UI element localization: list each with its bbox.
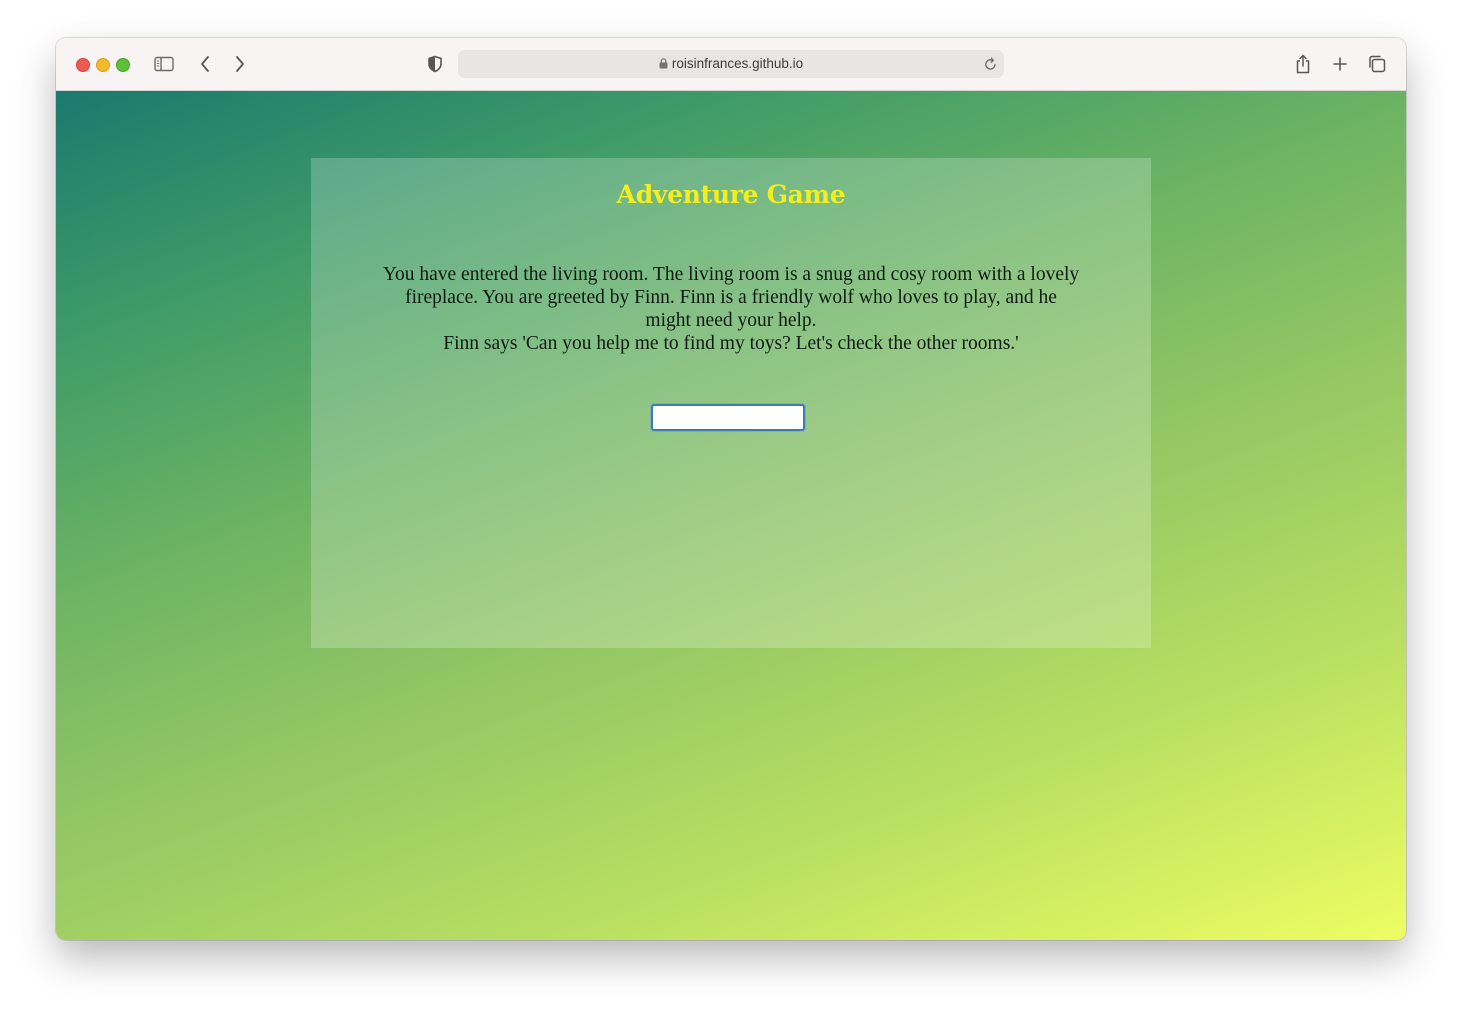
- maximize-window-button[interactable]: [116, 58, 130, 72]
- command-input[interactable]: [651, 404, 805, 431]
- page-viewport: Adventure Game You have entered the livi…: [56, 91, 1406, 940]
- story-paragraph: You have entered the living room. The li…: [382, 264, 1080, 331]
- minimize-window-button[interactable]: [96, 58, 110, 72]
- game-title: Adventure Game: [616, 180, 846, 209]
- close-window-button[interactable]: [76, 58, 90, 72]
- tab-overview-icon[interactable]: [1365, 52, 1389, 76]
- sidebar-icon[interactable]: [152, 52, 176, 76]
- lock-icon: [659, 58, 668, 69]
- address-bar[interactable]: roisinfrances.github.io: [458, 50, 1004, 78]
- reload-icon[interactable]: [981, 55, 999, 73]
- share-icon[interactable]: [1291, 52, 1315, 76]
- game-panel: Adventure Game You have entered the livi…: [311, 158, 1151, 648]
- chevron-right-icon[interactable]: [228, 52, 252, 76]
- url-text: roisinfrances.github.io: [671, 56, 804, 71]
- browser-window: roisinfrances.github.io Adventure Game Y…: [56, 38, 1406, 940]
- chevron-left-icon[interactable]: [193, 52, 217, 76]
- finn-quote: Finn says 'Can you help me to find my to…: [443, 333, 1019, 354]
- shield-icon[interactable]: [423, 52, 447, 76]
- story-text: You have entered the living room. The li…: [381, 263, 1081, 355]
- browser-toolbar: roisinfrances.github.io: [56, 38, 1406, 91]
- plus-icon[interactable]: [1328, 52, 1352, 76]
